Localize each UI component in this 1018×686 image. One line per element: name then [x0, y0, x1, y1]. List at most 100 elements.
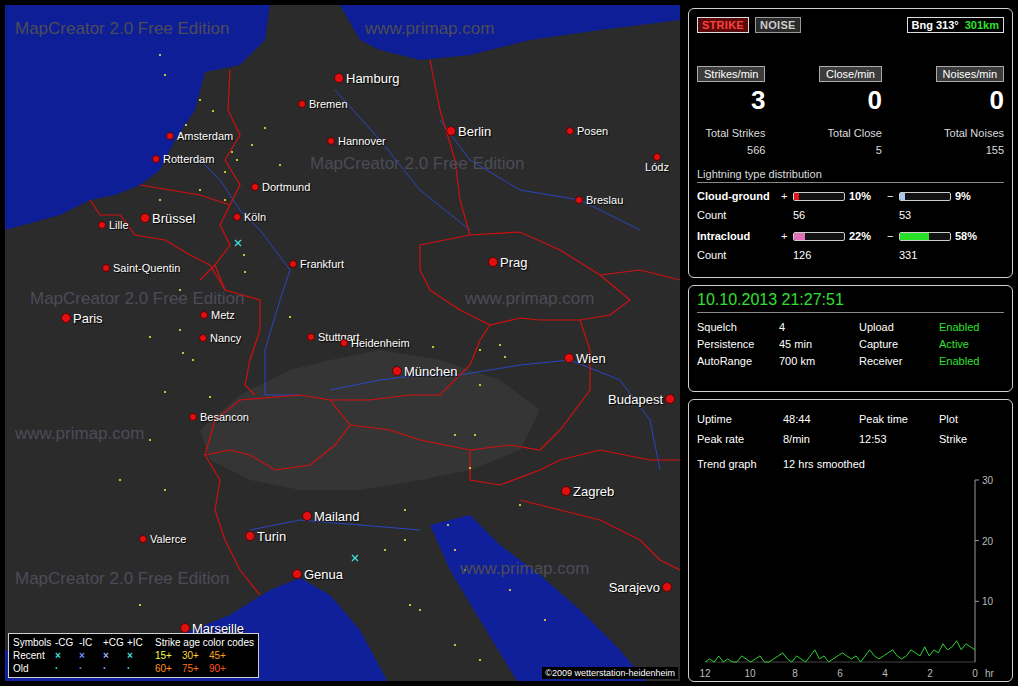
city-label: Wien: [576, 352, 606, 365]
legend-age: 75+: [182, 662, 199, 675]
old-strike-icon: [243, 254, 245, 256]
old-strike-icon: [199, 99, 201, 101]
legend-row: Old····60+75+90+: [13, 662, 254, 675]
city-label: Paris: [73, 312, 103, 325]
stat-label: Plot: [939, 409, 1004, 429]
city-label: Hannover: [338, 136, 386, 147]
rate-column: Noises/min0Total Noises155: [936, 66, 1004, 157]
distribution-sign: +: [781, 229, 793, 244]
old-strike-icon: [209, 396, 211, 398]
city-dot-icon: [392, 366, 402, 376]
city-label: Rotterdam: [163, 154, 214, 165]
app-window: MapCreator 2.0 Free Edition www.primap.co…: [0, 0, 1018, 686]
x-tick: 8: [792, 668, 798, 679]
rate-label[interactable]: Close/min: [819, 66, 882, 82]
city-label: Genua: [304, 568, 343, 581]
y-tick: 10: [975, 596, 994, 607]
city-label: Zagreb: [573, 485, 614, 498]
map-watermark: www.primap.com: [465, 290, 594, 307]
old-strike-icon: [192, 359, 194, 361]
old-strike-icon: [447, 524, 449, 526]
legend-ages: 15+30+45+: [151, 649, 254, 662]
distribution-sign: −: [887, 189, 899, 204]
map-watermark: MapCreator 2.0 Free Edition: [30, 290, 245, 307]
city-dot-icon: [140, 213, 150, 223]
legend-symbol: ×: [103, 649, 127, 662]
city-label: Posen: [577, 126, 608, 137]
distribution-sign: −: [887, 229, 899, 244]
recent-strike-icon: [235, 240, 241, 246]
distribution-bar-fill: [794, 193, 799, 200]
legend-type: +CG: [103, 636, 127, 649]
count-label: Count: [697, 248, 781, 263]
rate-value: 3: [751, 84, 765, 116]
rate-value: 0: [990, 84, 1004, 116]
trend-panel: Uptime48:44Peak timePlotPeak rate8/min12…: [688, 399, 1013, 682]
distribution-percent: 10%: [849, 189, 887, 204]
old-strike-icon: [264, 127, 266, 129]
city-dot-icon: [180, 623, 190, 633]
city-dot-icon: [245, 531, 255, 541]
setting-label: Persistence: [697, 336, 779, 353]
old-strike-icon: [149, 439, 151, 441]
city-dot-icon: [575, 196, 583, 204]
old-strike-icon: [164, 74, 166, 76]
header-row: STRIKE NOISE Bng 313° 301km: [697, 17, 1004, 33]
distribution-bar: [793, 192, 845, 201]
stat-value: 12:53: [859, 429, 939, 449]
distribution-name: Intracloud: [697, 229, 781, 244]
city-dot-icon: [289, 260, 297, 268]
total-label: Total Noises: [944, 126, 1004, 140]
old-strike-icon: [474, 434, 476, 436]
legend-age: 60+: [155, 662, 172, 675]
trend-chart: 302010121086420hr: [697, 474, 1003, 680]
chart-baseline: [705, 662, 975, 663]
bearing-label: Bng 313°: [912, 18, 959, 32]
rate-label[interactable]: Strikes/min: [697, 66, 765, 82]
lightning-map[interactable]: MapCreator 2.0 Free Edition www.primap.co…: [5, 5, 680, 681]
old-strike-icon: [479, 384, 481, 386]
rate-label[interactable]: Noises/min: [936, 66, 1004, 82]
map-watermark: MapCreator 2.0 Free Edition: [15, 20, 230, 37]
old-strike-icon: [404, 509, 406, 511]
distribution-group: Intracloud+22%−58%Count126331: [697, 229, 1004, 263]
city-dot-icon: [166, 132, 174, 140]
city-label: Mailand: [314, 510, 360, 523]
city-dot-icon: [327, 137, 335, 145]
distribution-bar-fill: [900, 193, 905, 200]
setting-value: 45 min: [779, 336, 859, 353]
mode-button[interactable]: STRIKE: [697, 17, 749, 33]
map-watermark: MapCreator 2.0 Free Edition: [15, 570, 230, 587]
svg-text:20: 20: [982, 536, 994, 547]
legend-symbol: ·: [127, 662, 151, 675]
count-value: 126: [793, 248, 849, 263]
city-label: Metz: [211, 310, 235, 321]
legend-symbol: ×: [127, 649, 151, 662]
old-strike-icon: [279, 164, 281, 166]
stat-value: 48:44: [783, 409, 859, 429]
legend-symbol: ×: [79, 649, 103, 662]
old-strike-icon: [164, 489, 166, 491]
city-label: Köln: [244, 212, 266, 223]
old-strike-icon: [454, 549, 456, 551]
city-dot-icon: [102, 264, 110, 272]
distribution-title: Lightning type distribution: [697, 167, 1004, 183]
status-panel: 10.10.2013 21:27:51Squelch4UploadEnabled…: [688, 285, 1013, 392]
x-tick: 4: [882, 668, 888, 679]
count-label: Count: [697, 208, 781, 223]
trend-line: [705, 641, 975, 662]
city-label: Besancon: [200, 412, 249, 423]
mode-button[interactable]: NOISE: [755, 17, 801, 33]
counters-panel: STRIKE NOISE Bng 313° 301km Strikes/min 3 Tota…: [688, 8, 1013, 278]
x-tick: 2: [927, 668, 933, 679]
chart-y-axis: [975, 480, 976, 662]
city-dot-icon: [334, 73, 344, 83]
city-dot-icon: [662, 582, 672, 592]
city-label: Brüssel: [152, 212, 195, 225]
city-label: Lille: [109, 220, 129, 231]
old-strike-icon: [544, 619, 546, 621]
old-strike-icon: [519, 504, 521, 506]
distribution-percent: 22%: [849, 229, 887, 244]
bearing-distance: 301km: [965, 18, 999, 32]
city-label: Hamburg: [346, 72, 399, 85]
